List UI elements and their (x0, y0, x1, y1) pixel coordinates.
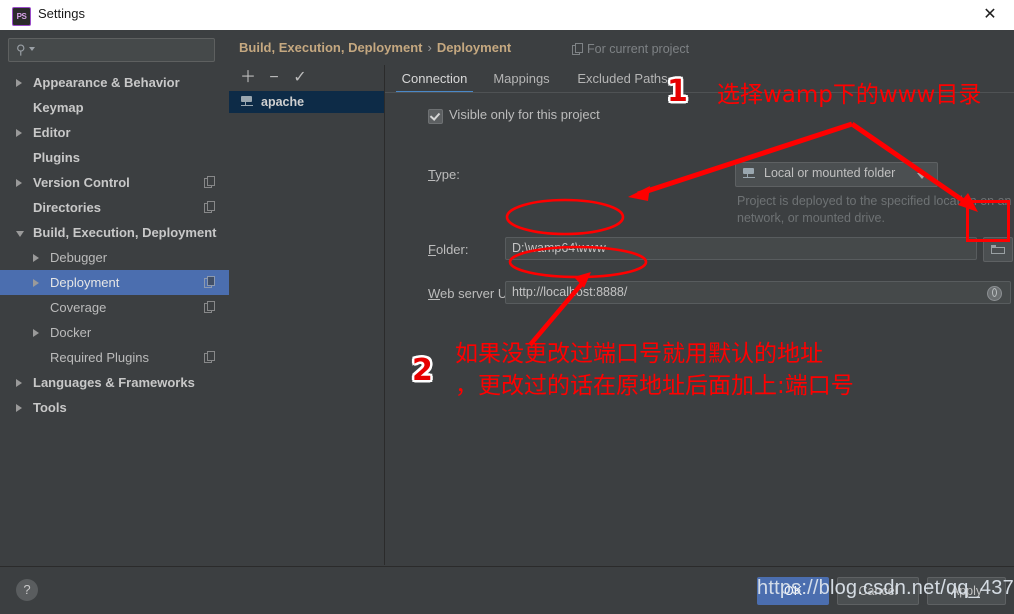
for-current-project-text: For current project (587, 42, 690, 56)
chevron-right-icon[interactable] (33, 279, 39, 287)
sidebar-item-version-control[interactable]: Version Control (0, 170, 229, 195)
tab-divider (385, 92, 1014, 93)
breadcrumb-current: Deployment (436, 40, 512, 55)
sidebar-item-label: Deployment (50, 275, 120, 290)
globe-icon (987, 286, 1002, 301)
sidebar-item-docker[interactable]: Docker (0, 320, 229, 345)
sidebar-item-label: Required Plugins (50, 350, 150, 365)
type-dropdown[interactable]: Local or mounted folder (735, 162, 938, 187)
type-selected-value: Local or mounted folder (764, 166, 896, 180)
copy-badge-icon (204, 276, 215, 288)
server-icon (241, 96, 255, 108)
sidebar-item-deployment[interactable]: Deployment (0, 270, 229, 295)
sidebar-item-label: Debugger (50, 250, 108, 265)
copy-badge-icon (572, 43, 583, 55)
sidebar-item-required-plugins[interactable]: Required Plugins (0, 345, 229, 370)
settings-content: Build, Execution, Deployment › Deployment … (229, 30, 1014, 565)
type-hint-text: Project is deployed to the specified loc… (737, 194, 1014, 225)
sidebar-item-label: Build, Execution, Deployment (33, 225, 217, 240)
sidebar-item-editor[interactable]: Editor (0, 120, 229, 145)
title-bar: PS Settings ✕ (0, 0, 1014, 30)
search-input[interactable]: ⚲ (8, 38, 215, 62)
server-list-toolbar: ＋ − ✓ (229, 65, 384, 91)
chevron-right-icon[interactable] (33, 329, 39, 337)
settings-sidebar: ⚲ Appearance & Behavior Keymap Editor Plugi… (0, 30, 230, 565)
for-current-project-label: For current project (572, 42, 689, 56)
tab-excluded-paths[interactable]: Excluded Paths (570, 65, 675, 92)
sidebar-item-label: Tools (33, 400, 67, 415)
chevron-right-icon[interactable] (16, 379, 22, 387)
sidebar-item-plugins[interactable]: Plugins (0, 145, 229, 170)
type-label-text: ype: (435, 167, 460, 182)
sidebar-item-debugger[interactable]: Debugger (0, 245, 229, 270)
sidebar-item-label: Editor (33, 125, 71, 140)
set-default-server-button[interactable]: ✓ (287, 65, 313, 91)
settings-tree: Appearance & Behavior Keymap Editor Plugins… (0, 70, 229, 420)
folder-input[interactable]: D:\wamp64\www (505, 237, 977, 260)
chevron-right-icon[interactable] (33, 254, 39, 262)
tab-mappings[interactable]: Mappings (483, 65, 560, 92)
watermark: https://blog.csdn.net/qq_43730174 (757, 577, 1014, 599)
copy-badge-icon (204, 201, 215, 213)
chevron-down-icon[interactable] (917, 173, 927, 179)
chevron-right-icon[interactable] (16, 404, 22, 412)
sidebar-item-languages-frameworks[interactable]: Languages & Frameworks (0, 370, 229, 395)
visible-only-checkbox[interactable] (428, 109, 443, 124)
sidebar-item-build-execution-deployment[interactable]: Build, Execution, Deployment (0, 220, 229, 245)
folder-label: Folder: (428, 242, 469, 257)
close-icon[interactable]: ✕ (978, 5, 1002, 25)
sidebar-item-label: Appearance & Behavior (33, 75, 180, 90)
tab-bar: Connection Mappings Excluded Paths (385, 65, 1014, 93)
sidebar-item-tools[interactable]: Tools (0, 395, 229, 420)
folder-label-text: older: (435, 242, 469, 257)
sidebar-item-directories[interactable]: Directories (0, 195, 229, 220)
dialog-body: ⚲ Appearance & Behavior Keymap Editor Plugi… (0, 30, 1014, 614)
breadcrumb-separator: › (427, 40, 432, 55)
settings-dialog: PS Settings ✕ ⚲ Appearance & Behavior Key… (0, 0, 1014, 614)
server-list-panel: ＋ − ✓ apache (229, 65, 385, 565)
connection-form: Visible only for this project Type: Loca… (385, 96, 1014, 566)
visible-only-label: Visible only for this project (449, 107, 600, 122)
sidebar-item-label: Docker (50, 325, 92, 340)
chevron-right-icon[interactable] (16, 179, 22, 187)
breadcrumb: Build, Execution, Deployment › Deployment (239, 40, 511, 55)
folder-field-wrap: D:\wamp64\www (505, 237, 1013, 262)
search-icon: ⚲ (16, 42, 26, 57)
breadcrumb-root[interactable]: Build, Execution, Deployment (239, 40, 422, 55)
open-in-browser-button[interactable] (981, 281, 1009, 304)
sidebar-item-label: Directories (33, 200, 101, 215)
sidebar-item-coverage[interactable]: Coverage (0, 295, 229, 320)
sidebar-item-appearance-behavior[interactable]: Appearance & Behavior (0, 70, 229, 95)
sidebar-item-label: Languages & Frameworks (33, 375, 195, 390)
remove-server-button[interactable]: − (261, 65, 287, 91)
url-field-wrap: http://localhost:8888/ (505, 281, 1011, 304)
sidebar-item-label: Keymap (33, 100, 84, 115)
chevron-right-icon[interactable] (16, 79, 22, 87)
copy-badge-icon (204, 351, 215, 363)
copy-badge-icon (204, 301, 215, 313)
search-dropdown-caret-icon[interactable] (29, 47, 35, 51)
chevron-down-icon[interactable] (16, 231, 24, 237)
sidebar-item-label: Version Control (33, 175, 130, 190)
server-icon (743, 168, 757, 180)
folder-icon (991, 245, 1005, 254)
sidebar-item-label: Coverage (50, 300, 107, 315)
type-label: Type: (428, 167, 460, 182)
help-button[interactable]: ? (16, 579, 38, 601)
folder-browse-button[interactable] (983, 237, 1013, 262)
sidebar-item-keymap[interactable]: Keymap (0, 95, 229, 120)
web-server-url-input[interactable]: http://localhost:8888/ (505, 281, 1011, 304)
sidebar-item-label: Plugins (33, 150, 80, 165)
add-server-button[interactable]: ＋ (235, 65, 261, 91)
copy-badge-icon (204, 176, 215, 188)
server-name: apache (261, 95, 305, 109)
tab-connection[interactable]: Connection (396, 65, 473, 92)
server-list-item-apache[interactable]: apache (229, 91, 384, 113)
chevron-right-icon[interactable] (16, 129, 22, 137)
app-icon: PS (12, 7, 31, 26)
window-title: Settings (38, 6, 85, 21)
